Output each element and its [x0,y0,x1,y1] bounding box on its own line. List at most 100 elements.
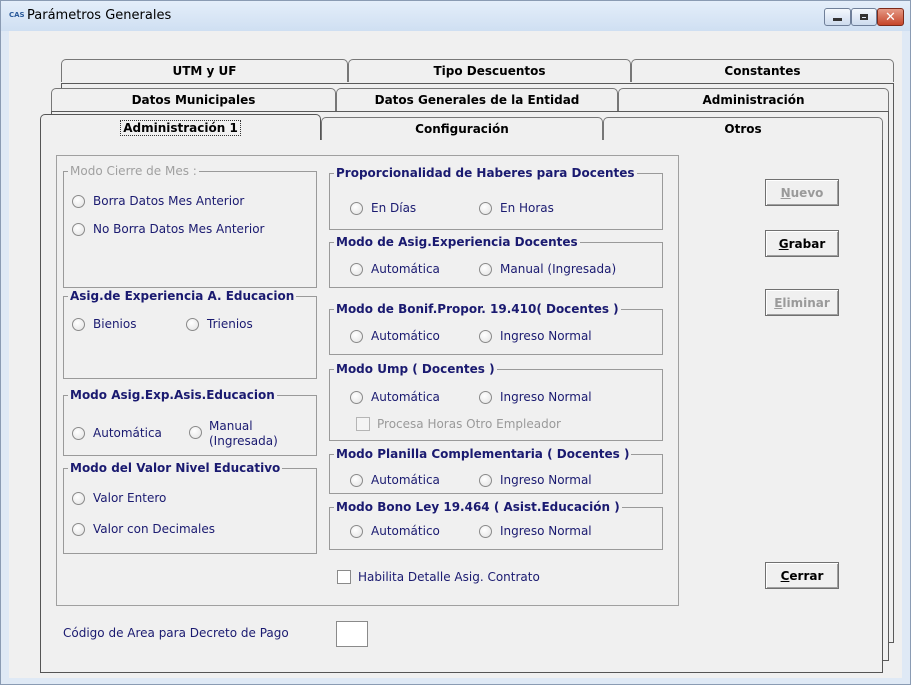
radio-circle [72,522,85,536]
nuevo-mnemonic: N [780,185,791,200]
radio-ump-automatica[interactable]: Automática [350,390,440,404]
checkbox-label: Habilita Detalle Asig. Contrato [358,570,540,584]
tab-otros[interactable]: Otros [603,117,883,140]
radio-bono-ingreso-normal[interactable]: Ingreso Normal [479,524,592,538]
asig-experiencia-legend: Asig.de Experiencia A. Educacion [70,289,295,303]
cerrar-label: errar [789,568,824,583]
radio-label: No Borra Datos Mes Anterior [93,222,265,236]
radio-label: Valor con Decimales [93,522,215,536]
codigo-area-input[interactable] [336,621,368,647]
radio-circle [186,317,199,331]
radio-circle [72,194,85,208]
close-icon: ✕ [885,9,896,25]
radio-ump-ingreso-normal[interactable]: Ingreso Normal [479,390,592,404]
modo-asig-exp-docentes-legend: Modo de Asig.Experiencia Docentes [336,235,578,249]
title-bar[interactable]: CAS Parámetros Generales ✕ [1,1,910,31]
radio-docentes-automatica[interactable]: Automática [350,262,440,276]
tab-tipo-descuentos[interactable]: Tipo Descuentos [348,59,631,82]
radio-circle [350,390,363,404]
maximize-icon [860,14,868,20]
radio-en-horas[interactable]: En Horas [479,201,554,215]
nuevo-button[interactable]: Nuevo [765,179,839,206]
radio-trienios[interactable]: Trienios [186,317,253,331]
radio-bonif-ingreso-normal[interactable]: Ingreso Normal [479,329,592,343]
minimize-icon [833,18,842,21]
tab-utm-uf[interactable]: UTM y UF [61,59,348,82]
cerrar-mnemonic: C [780,568,790,583]
modo-asig-exp-asis-legend: Modo Asig.Exp.Asis.Educacion [70,388,275,402]
radio-borra-datos[interactable]: Borra Datos Mes Anterior [72,194,244,208]
checkbox-label: Procesa Horas Otro Empleador [377,417,561,431]
radio-circle [72,491,85,505]
radio-circle [350,524,363,538]
radio-asis-manual[interactable] [189,426,210,439]
radio-label: Trienios [207,317,253,331]
radio-asis-manual-line1: Manual [209,419,253,433]
radio-label: Ingreso Normal [500,390,592,404]
radio-label: En Horas [500,201,554,215]
codigo-area-label: Código de Area para Decreto de Pago [63,626,289,640]
tab-administracion-1[interactable]: Administración 1 [40,114,321,140]
checkbox-box [356,417,370,431]
cerrar-button[interactable]: Cerrar [765,562,839,589]
tab-administracion[interactable]: Administración [618,88,889,111]
radio-bienios[interactable]: Bienios [72,317,136,331]
grabar-mnemonic: G [778,236,789,251]
radio-circle [479,329,492,343]
eliminar-mnemonic: E [774,295,783,310]
maximize-button[interactable] [851,8,877,26]
tab-configuracion[interactable]: Configuración [321,117,603,140]
close-button[interactable]: ✕ [877,8,904,26]
eliminar-button[interactable]: Eliminar [765,289,839,316]
tab-datos-generales[interactable]: Datos Generales de la Entidad [336,88,618,111]
radio-planilla-ingreso-normal[interactable]: Ingreso Normal [479,473,592,487]
radio-circle [72,317,85,331]
radio-bonif-automatico[interactable]: Automático [350,329,440,343]
radio-label: Manual (Ingresada) [500,262,617,276]
asig-experiencia-group: Asig.de Experiencia A. Educacion [63,289,317,379]
tab-datos-municipales[interactable]: Datos Municipales [51,88,336,111]
radio-label: Automática [371,390,440,404]
modo-asig-exp-asis-group: Modo Asig.Exp.Asis.Educacion [63,388,317,456]
grabar-button[interactable]: Grabar [765,230,839,257]
modo-bono-legend: Modo Bono Ley 19.464 ( Asist.Educación ) [336,500,620,514]
radio-circle [72,426,85,440]
radio-circle [350,473,363,487]
radio-circle [350,329,363,343]
tab-constantes[interactable]: Constantes [631,59,894,82]
radio-circle [189,426,202,439]
radio-label: Automática [371,262,440,276]
grabar-label: rabar [788,236,826,251]
radio-label: Automático [371,329,440,343]
radio-asis-manual-label: Manual (Ingresada) [209,419,278,449]
radio-label: Valor Entero [93,491,167,505]
radio-label: Automática [93,426,162,440]
radio-label: En Días [371,201,417,215]
radio-label: Ingreso Normal [500,473,592,487]
radio-circle [479,524,492,538]
modo-bonif-legend: Modo de Bonif.Propor. 19.410( Docentes ) [336,302,619,316]
radio-circle [479,262,492,276]
radio-asis-manual-line2: (Ingresada) [209,434,278,448]
radio-valor-entero[interactable]: Valor Entero [72,491,166,505]
checkbox-procesa-horas[interactable]: Procesa Horas Otro Empleador [356,417,561,431]
radio-circle [479,201,492,215]
eliminar-label: liminar [782,295,830,310]
checkbox-habilita-detalle[interactable]: Habilita Detalle Asig. Contrato [337,570,540,584]
radio-label: Borra Datos Mes Anterior [93,194,245,208]
radio-en-dias[interactable]: En Días [350,201,416,215]
radio-valor-decimales[interactable]: Valor con Decimales [72,522,215,536]
radio-docentes-manual[interactable]: Manual (Ingresada) [479,262,616,276]
proporcionalidad-legend: Proporcionalidad de Haberes para Docente… [336,166,635,180]
radio-label: Bienios [93,317,137,331]
radio-circle [350,262,363,276]
radio-asis-automatica[interactable]: Automática [72,426,162,440]
modo-valor-nivel-group: Modo del Valor Nivel Educativo [63,461,317,554]
radio-circle [350,201,363,215]
radio-bono-automatico[interactable]: Automático [350,524,440,538]
minimize-button[interactable] [824,8,851,26]
proporcionalidad-group: Proporcionalidad de Haberes para Docente… [329,166,663,230]
window-title: Parámetros Generales [27,8,172,23]
radio-no-borra-datos[interactable]: No Borra Datos Mes Anterior [72,222,265,236]
radio-planilla-automatica[interactable]: Automática [350,473,440,487]
